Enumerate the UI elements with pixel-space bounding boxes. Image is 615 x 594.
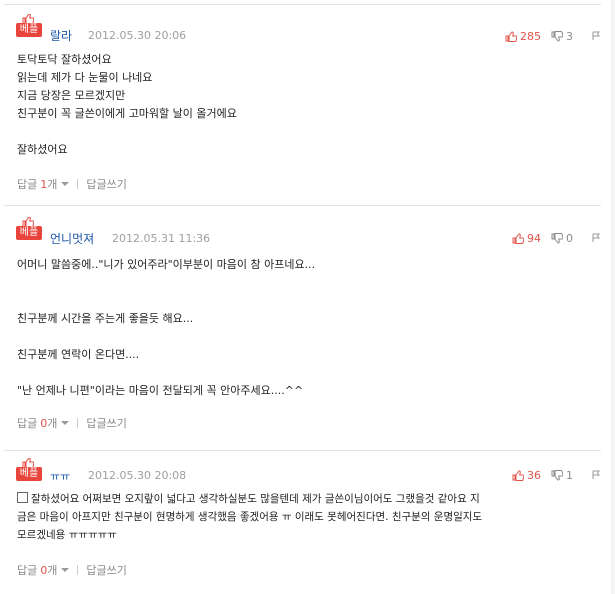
vote-area: 285 3 [505, 29, 601, 43]
best-label: 베플 [16, 226, 42, 240]
report-button[interactable] [591, 470, 601, 480]
reply-count: 0 [40, 416, 48, 430]
comment-line: 친구분이 꼭 글쓴이에게 고마워할 날이 올거에요 [17, 107, 237, 120]
best-badge: 베플 [16, 458, 42, 482]
reply-label: 답글 [17, 417, 38, 430]
comment-body: 토닥토닥 잘하셨어요 읽는데 제가 다 눈물이 나네요 지금 당장은 모르겠지만… [17, 51, 597, 159]
comment-line [17, 292, 597, 310]
upvote-count: 94 [527, 231, 541, 245]
upvote-button[interactable]: 36 [512, 469, 541, 482]
upvote-button[interactable]: 94 [512, 232, 541, 245]
nickname-link[interactable]: 언니멋져 [50, 230, 94, 247]
upvote-button[interactable]: 285 [505, 30, 541, 43]
flag-icon [592, 470, 600, 479]
comment-footer: 답글 1개 답글쓰기 [17, 176, 127, 192]
thumbs-down-icon [551, 30, 563, 42]
reply-count: 0 [40, 563, 48, 577]
reply-toggle[interactable]: 답글 0개 [17, 562, 70, 578]
comment-line: 토닥토닥 잘하셨어요 [17, 53, 112, 66]
vote-area: 36 1 [512, 468, 601, 482]
comment-line: 친구분께 연락이 온다면.... [17, 348, 140, 361]
thumbs-up-icon [505, 30, 517, 42]
reply-toggle[interactable]: 답글 1개 [17, 176, 70, 192]
comment-body: 어머니 말씀중에.."니가 있어주라"이부분이 마음이 참 아프네요... 친구… [17, 256, 597, 400]
comment-item: 베플 랄라 2012.05.30 20:06 285 3 토닥토닥 잘하셨어요 … [0, 0, 615, 205]
thumbs-down-icon [551, 232, 563, 244]
reply-toggle[interactable]: 답글 0개 [17, 415, 70, 431]
comment-divider [4, 205, 601, 206]
comment-item: 베플 언니멋져 2012.05.31 11:36 94 0 어머니 말씀중에..… [0, 205, 615, 450]
reply-label: 답글 [17, 564, 38, 577]
memo-icon [17, 492, 28, 503]
reply-count-suffix: 개 [47, 178, 58, 191]
flag-icon [592, 31, 600, 40]
downvote-count: 0 [566, 231, 573, 245]
comment-line: 어머니 말씀중에.."니가 있어주라"이부분이 마음이 참 아프네요... [17, 258, 316, 271]
comment-line [17, 123, 597, 141]
upvote-count: 285 [520, 29, 541, 43]
comment-date: 2012.05.30 20:06 [88, 29, 187, 42]
comment-line: 금은 마음이 아프지만 친구분이 현명하게 생각했음 좋겠어용 ㅠ 이래도 못헤… [17, 511, 483, 523]
comment-line: 잘하셨어요 [17, 143, 68, 156]
downvote-count: 1 [566, 468, 573, 482]
downvote-count: 3 [566, 29, 573, 43]
write-reply-link[interactable]: 답글쓰기 [86, 415, 126, 431]
flag-icon [592, 233, 600, 242]
comment-line: 잘하셨어요 어쩌보면 오지랖이 넓다고 생각하실분도 많을텐데 제가 글쓴이님이… [17, 490, 597, 508]
thumbs-down-icon [551, 469, 563, 481]
comment-line-text: 잘하셨어요 어쩌보면 오지랖이 넓다고 생각하실분도 많을텐데 제가 글쓴이님이… [31, 493, 480, 505]
comment-line [17, 274, 597, 292]
comment-line: "난 언제나 니편"이라는 마음이 전달되게 꼭 안아주세요....^^ [17, 384, 304, 397]
best-label: 베플 [16, 23, 42, 37]
reply-count-suffix: 개 [47, 417, 58, 430]
best-badge: 베플 [16, 217, 42, 241]
upvote-count: 36 [527, 468, 541, 482]
downvote-button[interactable]: 1 [551, 469, 573, 482]
comment-date: 2012.05.31 11:36 [112, 232, 211, 245]
comment-footer: 답글 0개 답글쓰기 [17, 562, 127, 578]
comment-item: 베플 ㅠㅠ 2012.05.30 20:08 36 1 잘하셨어요 어쩌보면 오… [0, 450, 615, 594]
comment-date: 2012.05.30 20:08 [88, 469, 187, 482]
report-button[interactable] [591, 233, 601, 243]
comment-footer: 답글 0개 답글쓰기 [17, 415, 127, 431]
chevron-down-icon [61, 421, 70, 425]
comment-divider [4, 450, 601, 451]
vote-area: 94 0 [512, 231, 601, 245]
best-label: 베플 [16, 467, 42, 481]
comment-line [17, 364, 597, 382]
thumbs-up-icon [512, 469, 524, 481]
divider [77, 179, 79, 189]
write-reply-link[interactable]: 답글쓰기 [86, 176, 126, 192]
downvote-button[interactable]: 3 [551, 30, 573, 43]
reply-count-suffix: 개 [47, 564, 58, 577]
chevron-down-icon [61, 568, 70, 572]
reply-label: 답글 [17, 178, 38, 191]
write-reply-link[interactable]: 답글쓰기 [86, 562, 126, 578]
best-badge: 베플 [16, 14, 42, 38]
comment-line: 지금 당장은 모르겠지만 [17, 89, 126, 102]
divider [77, 418, 79, 428]
thumbs-up-icon [512, 232, 524, 244]
reply-count: 1 [40, 177, 48, 191]
comment-divider [4, 4, 601, 5]
downvote-button[interactable]: 0 [551, 232, 573, 245]
comment-line: 모르겠네용 ㅠㅠㅠㅠㅠ [17, 529, 117, 541]
comment-line [17, 328, 597, 346]
divider [77, 565, 79, 575]
comment-body: 잘하셨어요 어쩌보면 오지랖이 넓다고 생각하실분도 많을텐데 제가 글쓴이님이… [17, 490, 597, 544]
nickname-link[interactable]: ㅠㅠ [50, 468, 70, 484]
comment-line: 읽는데 제가 다 눈물이 나네요 [17, 71, 153, 84]
chevron-down-icon [61, 182, 70, 186]
report-button[interactable] [591, 31, 601, 41]
nickname-link[interactable]: 랄라 [50, 27, 72, 44]
comment-line: 친구분께 시간을 주는게 좋을듯 해요... [17, 312, 194, 325]
